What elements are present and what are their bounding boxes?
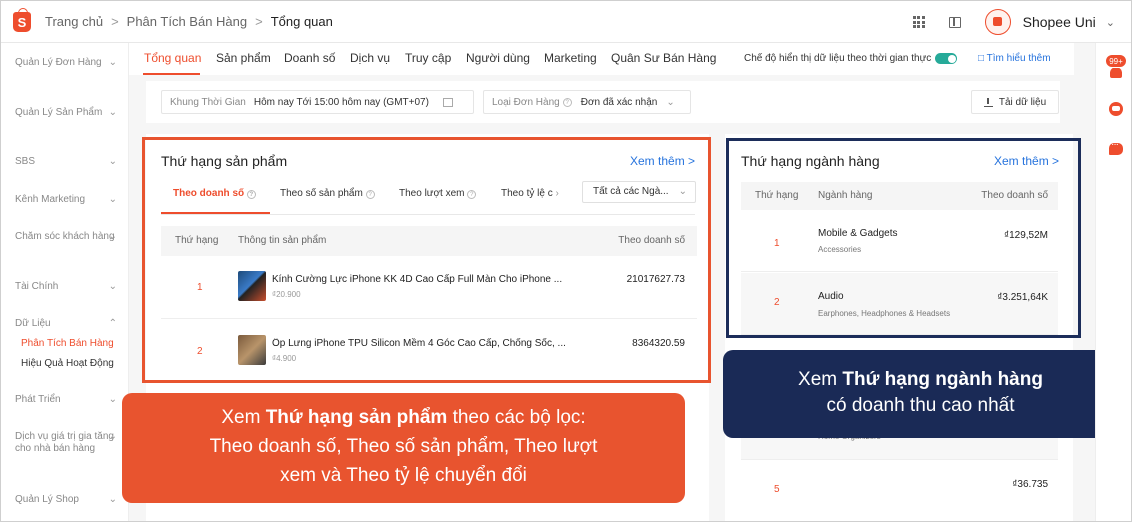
time-range-label: Khung Thời Gian <box>170 96 246 108</box>
notification-badge: 99+ <box>1105 54 1127 68</box>
callout-line-1: Xem Thứ hạng ngành hàng <box>723 367 1118 393</box>
chevron-down-icon: ⌄ <box>108 231 117 242</box>
download-icon <box>983 97 993 107</box>
chat-icon[interactable] <box>1109 139 1123 155</box>
chevron-down-icon: ⌄ <box>108 494 117 505</box>
tab-users[interactable]: Người dùng <box>466 51 530 65</box>
sidebar-item-label: Kênh Marketing <box>15 194 86 205</box>
filter-bar: Khung Thời Gian Hôm nay Tới 15:00 hôm na… <box>146 81 1060 123</box>
sidebar-item-label: Quản Lý Sản Phẩm <box>15 107 103 118</box>
sidebar-item-label: Quản Lý Shop <box>15 494 79 505</box>
learn-more-link[interactable]: □ Tìm hiểu thêm <box>978 53 1051 64</box>
realtime-label: Chế độ hiển thị dữ liệu theo thời gian t… <box>744 53 932 64</box>
chevron-down-icon: ⌄ <box>666 96 675 108</box>
sidebar-subitem-performance[interactable]: Hiệu Quả Hoạt Động <box>21 358 114 369</box>
row-rank: 5 <box>774 484 780 495</box>
sidebar-subitem-sales-analytics[interactable]: Phân Tích Bán Hàng <box>21 338 114 349</box>
sidebar-item-label: Tài Chính <box>15 281 59 292</box>
learn-more-label: Tìm hiểu thêm <box>986 53 1051 64</box>
realtime-mode: Chế độ hiển thị dữ liệu theo thời gian t… <box>744 53 958 64</box>
tab-products[interactable]: Sản phẩm <box>216 51 271 65</box>
order-type-select[interactable]: Loại Đơn Hàng ? Đơn đã xác nhận ⌄ <box>483 90 691 114</box>
sidebar: Quản Lý Đơn Hàng ⌄ Quản Lý Sản Phẩm ⌄ SB… <box>1 43 129 521</box>
sidebar-item-data[interactable]: Dữ Liệu ⌃ <box>15 318 117 330</box>
callout-line-2: Theo doanh số, Theo số sản phẩm, Theo lư… <box>209 436 598 457</box>
callout-line-1: Xem Thứ hạng sản phẩm theo các bộ lọc: <box>122 403 685 432</box>
breadcrumb-home[interactable]: Trang chủ <box>45 14 103 29</box>
sidebar-item-label: SBS <box>15 156 36 167</box>
sidebar-item-label: Quản Lý Đơn Hàng <box>15 57 102 68</box>
tab-traffic[interactable]: Truy cập <box>405 51 451 65</box>
chevron-down-icon[interactable]: ⌄ <box>1106 16 1115 29</box>
shopee-logo-icon[interactable]: S <box>13 7 31 32</box>
shop-avatar[interactable] <box>984 9 1011 35</box>
chevron-down-icon: ⌄ <box>108 57 117 68</box>
right-rail: 99+ <box>1095 43 1131 521</box>
sidebar-item-products[interactable]: Quản Lý Sản Phẩm ⌄ <box>15 107 117 119</box>
breadcrumb-separator: > <box>111 14 119 29</box>
time-range-value: Hôm nay Tới 15:00 hôm nay (GMT+07) <box>253 96 429 108</box>
apps-grid-icon[interactable] <box>912 16 925 28</box>
sidebar-item-customer-care[interactable]: Chăm sóc khách hàng ⌄ <box>15 231 117 243</box>
sidebar-item-value-added-services[interactable]: Dịch vụ giá trị gia tăng cho nhà bán hàn… <box>15 431 117 455</box>
tab-overview[interactable]: Tổng quan <box>144 51 201 65</box>
chevron-down-icon: ⌄ <box>108 281 117 292</box>
sidebar-item-finance[interactable]: Tài Chính ⌄ <box>15 281 117 293</box>
table-row[interactable]: 5 ₫36.735 <box>741 466 1058 521</box>
industry-ranking-callout: Xem Thứ hạng ngành hàng có doanh thu cao… <box>723 350 1118 438</box>
chevron-down-icon: ⌄ <box>108 156 117 167</box>
tab-sales-advisor[interactable]: Quân Sư Bán Hàng <box>611 51 716 65</box>
callout-line-3: xem và Theo tỷ lệ chuyển đổi <box>280 465 527 486</box>
callout-line-2: có doanh thu cao nhất <box>826 395 1015 416</box>
chevron-down-icon: ⌄ <box>108 431 117 442</box>
order-type-value: Đơn đã xác nhận <box>580 96 658 108</box>
tab-marketing[interactable]: Marketing <box>544 51 597 65</box>
callout-text: Xem <box>221 407 266 428</box>
download-label: Tải dữ liệu <box>998 96 1047 108</box>
sidebar-item-growth[interactable]: Phát Triển ⌄ <box>15 394 117 406</box>
sidebar-item-label: Phát Triển <box>15 394 61 405</box>
breadcrumb-separator: > <box>255 14 263 29</box>
download-data-button[interactable]: Tải dữ liệu <box>971 90 1059 114</box>
shop-name[interactable]: Shopee Uni <box>1023 14 1096 30</box>
calendar-icon <box>442 97 453 107</box>
tab-services[interactable]: Dịch vụ <box>350 51 390 65</box>
industry-ranking-highlight-frame <box>726 138 1081 338</box>
sidebar-item-marketing[interactable]: Kênh Marketing ⌄ <box>15 194 117 206</box>
time-range-picker[interactable]: Khung Thời Gian Hôm nay Tới 15:00 hôm na… <box>161 90 474 114</box>
active-tab-indicator <box>143 73 200 75</box>
sidebar-item-label: Dịch vụ giá trị gia tăng cho nhà bán hàn… <box>15 431 114 454</box>
chatbot-icon[interactable] <box>1109 102 1123 116</box>
breadcrumb-overview: Tổng quan <box>270 14 333 29</box>
sidebar-item-sbs[interactable]: SBS ⌄ <box>15 156 117 168</box>
sidebar-item-orders[interactable]: Quản Lý Đơn Hàng ⌄ <box>15 57 117 69</box>
page-frame: S Trang chủ > Phân Tích Bán Hàng > Tổng … <box>0 0 1132 522</box>
product-ranking-callout: Xem Thứ hạng sản phẩm theo các bộ lọc: T… <box>122 393 685 503</box>
top-right-controls: Shopee Uni ⌄ <box>912 1 1115 43</box>
chevron-down-icon: ⌄ <box>108 107 117 118</box>
top-bar: S Trang chủ > Phân Tích Bán Hàng > Tổng … <box>1 1 1131 43</box>
callout-text: Xem <box>798 369 843 390</box>
realtime-toggle[interactable] <box>935 53 958 64</box>
industry-sales: ₫36.735 <box>1012 479 1048 490</box>
sidebar-item-label: Chăm sóc khách hàng <box>15 231 115 242</box>
analytics-tabs: Tổng quan Sản phẩm Doanh số Dịch vụ Truy… <box>129 43 1074 75</box>
question-icon: ? <box>562 97 572 107</box>
tab-sales[interactable]: Doanh số <box>284 51 335 65</box>
sidebar-item-label: Dữ Liệu <box>15 318 51 329</box>
callout-bold-text: Thứ hạng ngành hàng <box>842 369 1043 390</box>
chevron-up-icon: ⌃ <box>108 318 117 329</box>
breadcrumb-sales-analytics[interactable]: Phân Tích Bán Hàng <box>127 14 247 29</box>
callout-text: theo các bộ lọc: <box>447 407 586 428</box>
callout-bold-text: Thứ hạng sản phẩm <box>265 407 448 428</box>
product-ranking-highlight-frame <box>142 137 711 383</box>
book-icon: □ <box>978 53 987 64</box>
sidebar-item-shop[interactable]: Quản Lý Shop ⌄ <box>15 494 117 506</box>
chevron-down-icon: ⌄ <box>108 394 117 405</box>
book-icon[interactable] <box>948 16 961 28</box>
order-type-label: Loại Đơn Hàng <box>492 96 560 108</box>
chevron-down-icon: ⌄ <box>108 194 117 205</box>
